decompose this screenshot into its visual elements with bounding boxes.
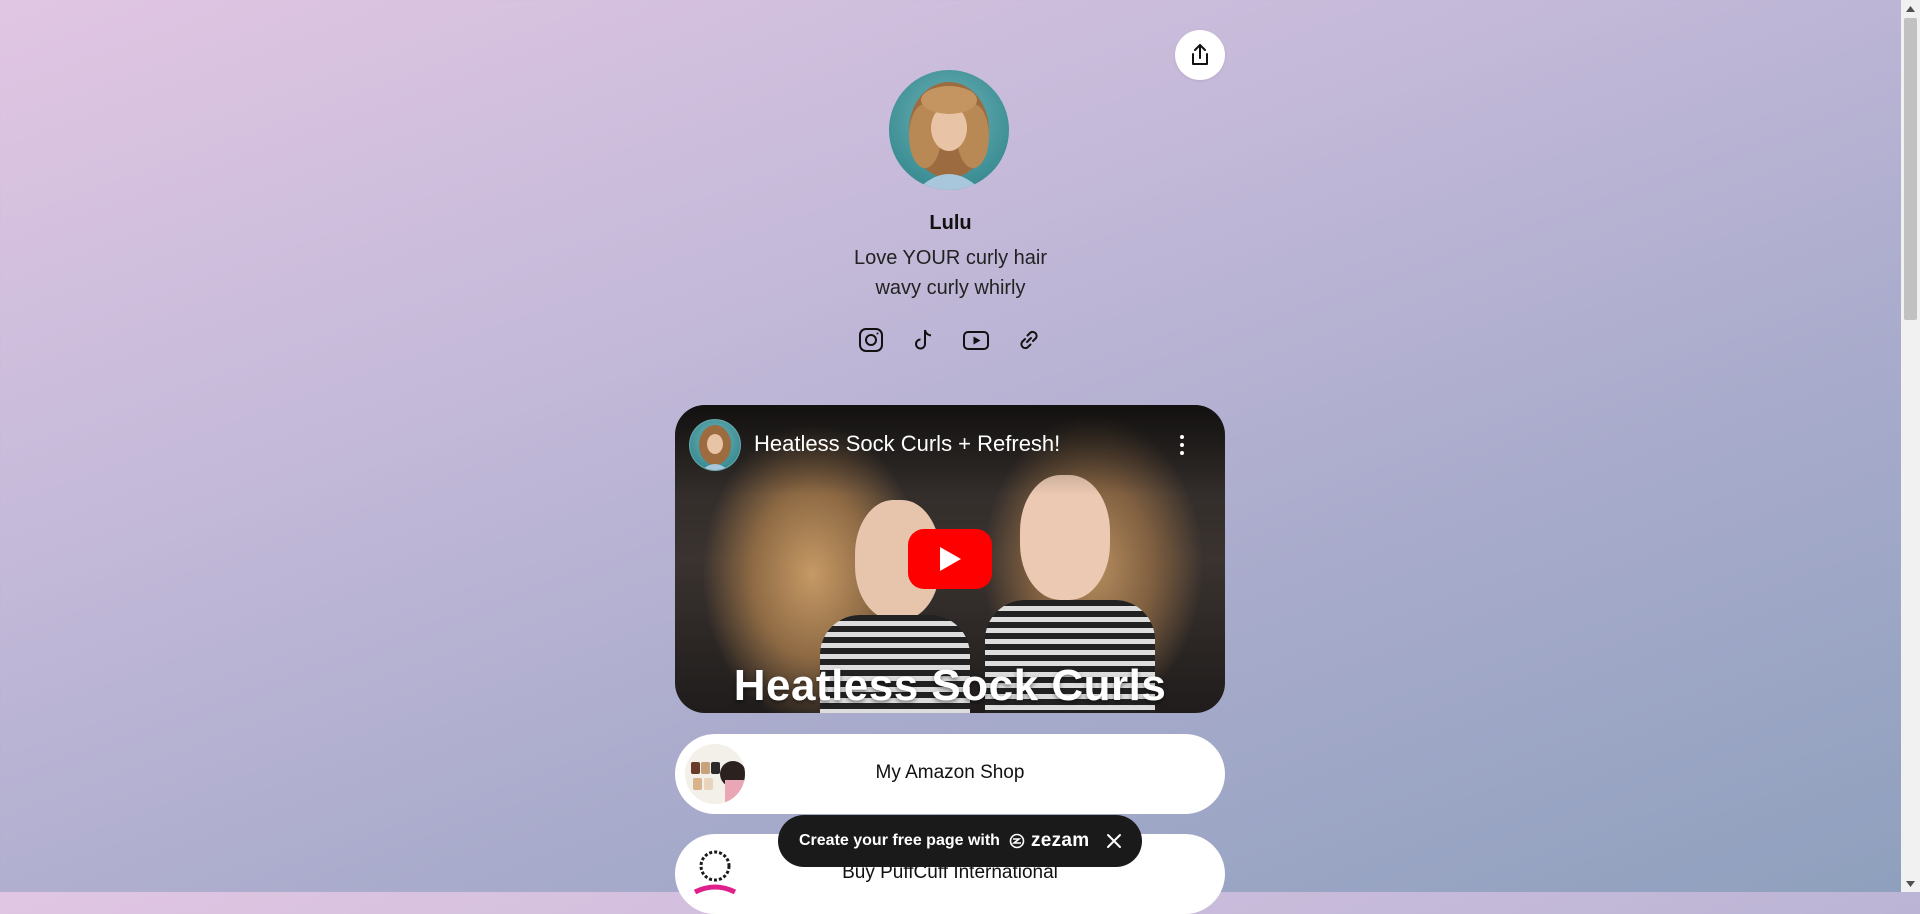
vertical-scrollbar[interactable] — [1901, 0, 1920, 892]
instagram-icon — [859, 328, 883, 352]
play-button[interactable] — [908, 529, 992, 589]
scroll-down-arrow-icon[interactable] — [1901, 875, 1920, 892]
play-icon — [940, 547, 961, 571]
social-links — [856, 325, 1044, 355]
youtube-video-embed[interactable]: Heatless Sock Curls + Refresh! Heatless … — [675, 405, 1225, 713]
thumbnail-caption: Heatless Sock Curls — [733, 661, 1167, 710]
social-link-instagram[interactable] — [856, 325, 886, 355]
scroll-up-arrow-icon[interactable] — [1901, 0, 1920, 17]
scrollbar-thumb[interactable] — [1904, 18, 1917, 320]
profile-avatar — [889, 70, 1009, 190]
profile-name: Lulu — [929, 212, 972, 234]
link-amazon-shop[interactable]: My Amazon Shop — [675, 734, 1225, 814]
zezam-logo-icon — [1009, 833, 1025, 849]
channel-avatar[interactable] — [689, 419, 741, 471]
zezam-promo-banner[interactable]: Create your free page with zezam — [778, 815, 1142, 867]
link-icon — [1020, 330, 1038, 350]
share-button[interactable] — [1175, 30, 1225, 80]
social-link-website[interactable] — [1014, 325, 1044, 355]
zezam-logo: zezam — [1009, 830, 1090, 852]
profile-bio-line: wavy curly whirly — [875, 277, 1026, 299]
share-icon — [1192, 44, 1208, 65]
page: Lulu Love YOUR curly hair wavy curly whi… — [0, 0, 1901, 914]
zezam-brand-name: zezam — [1030, 830, 1090, 851]
link-label: My Amazon Shop — [875, 762, 1025, 783]
banner-text: Create your free page with — [799, 832, 1000, 849]
social-link-tiktok[interactable] — [909, 325, 939, 355]
profile-bio-line: Love YOUR curly hair — [853, 247, 1048, 269]
video-title[interactable]: Heatless Sock Curls + Refresh! — [754, 431, 1060, 457]
social-link-youtube[interactable] — [961, 325, 991, 355]
close-icon[interactable] — [1104, 831, 1124, 851]
more-options-icon[interactable] — [1179, 435, 1185, 455]
youtube-icon — [963, 331, 990, 350]
tiktok-icon — [914, 329, 931, 350]
